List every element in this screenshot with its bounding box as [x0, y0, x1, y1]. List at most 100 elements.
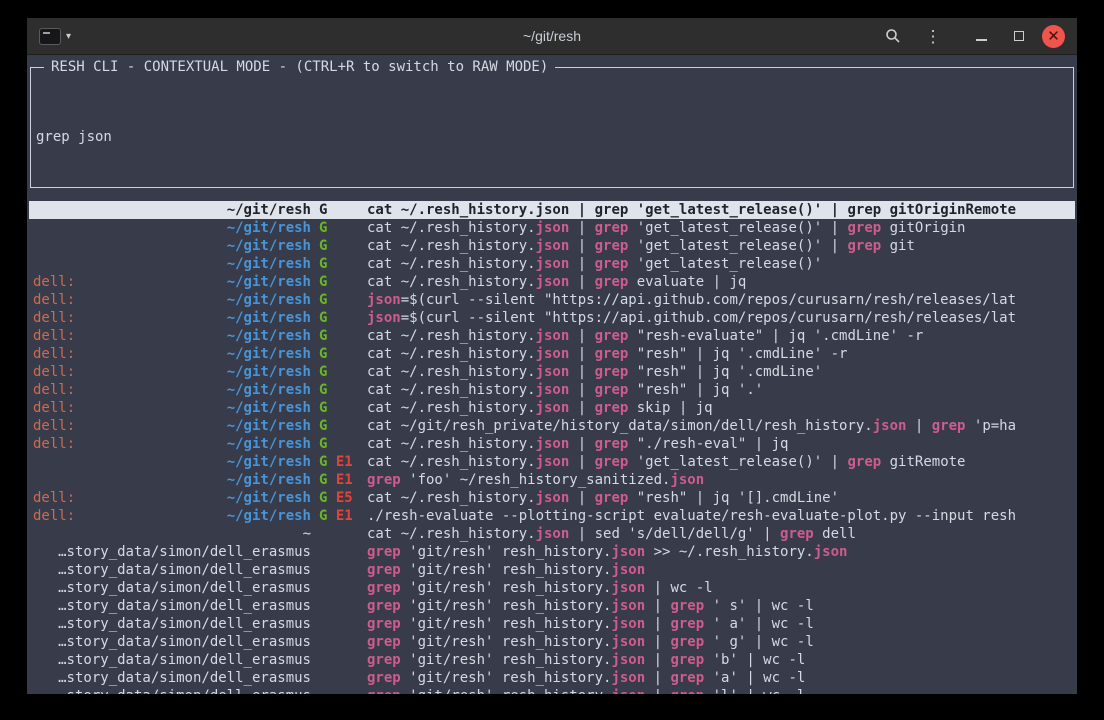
row-directory: ~/git/resh [227, 489, 311, 507]
row-flags: G E5 [311, 489, 367, 507]
row-host: dell: [33, 435, 75, 453]
row-directory: ~/git/resh [227, 219, 311, 237]
history-row[interactable]: dell:~/git/reshGcat ~/.resh_history.json… [29, 345, 1075, 363]
titlebar[interactable]: ▾ ~/git/resh ⋮ ✕ [27, 18, 1077, 55]
terminal-tab-icon[interactable] [39, 28, 61, 45]
row-context: dell:~/git/resh [33, 381, 311, 399]
row-context: …story_data/simon/dell_erasmus [33, 633, 311, 651]
row-command: grep 'git/resh' resh_history.json | grep… [367, 633, 1075, 651]
row-command: cat ~/.resh_history.json | grep 'get_lat… [367, 237, 1075, 255]
row-directory: ~/git/resh [227, 507, 311, 525]
row-context: dell:~/git/resh [33, 489, 311, 507]
row-directory: ~/git/resh [227, 255, 311, 273]
row-command: cat ~/.resh_history.json | grep 'get_lat… [367, 453, 1075, 471]
row-host: dell: [33, 327, 75, 345]
history-row[interactable]: dell:~/git/reshGcat ~/.resh_history.json… [29, 435, 1075, 453]
row-flags: G [311, 327, 367, 345]
history-row[interactable]: dell:~/git/reshGcat ~/.resh_history.json… [29, 363, 1075, 381]
row-directory: …story_data/simon/dell_erasmus [58, 615, 311, 633]
history-row[interactable]: …story_data/simon/dell_erasmusgrep 'git/… [29, 669, 1075, 687]
row-flags: G [311, 201, 367, 219]
history-row[interactable]: dell:~/git/reshGjson=$(curl --silent "ht… [29, 309, 1075, 327]
row-directory: ~/git/resh [227, 273, 311, 291]
search-query-input[interactable]: grep json [36, 128, 1067, 146]
row-context: …story_data/simon/dell_erasmus [33, 669, 311, 687]
history-row[interactable]: dell:~/git/reshGcat ~/.resh_history.json… [29, 273, 1075, 291]
row-command: cat ~/.resh_history.json | grep 'get_lat… [367, 219, 1075, 237]
row-host: dell: [33, 381, 75, 399]
history-row[interactable]: …story_data/simon/dell_erasmusgrep 'git/… [29, 597, 1075, 615]
row-command: json=$(curl --silent "https://api.github… [367, 309, 1075, 327]
history-row[interactable]: ~/git/reshG E1cat ~/.resh_history.json |… [29, 453, 1075, 471]
row-directory: ~/git/resh [227, 435, 311, 453]
resh-mode-header: RESH CLI - CONTEXTUAL MODE - (CTRL+R to … [44, 58, 555, 76]
history-row[interactable]: …story_data/simon/dell_erasmus grep 'git/… [29, 615, 1075, 633]
row-directory: …story_data/simon/dell_erasmus [58, 579, 311, 597]
row-flags: G [311, 219, 367, 237]
row-context: dell:~/git/resh [33, 309, 311, 327]
menu-button[interactable]: ⋮ [918, 21, 948, 51]
history-row[interactable]: dell:~/git/reshGcat ~/.resh_history.json… [29, 381, 1075, 399]
history-row[interactable]: …story_data/simon/dell_erasmusgrep 'git/… [29, 543, 1075, 561]
row-command: cat ~/.resh_history.json | grep "resh-ev… [367, 327, 1075, 345]
row-flags [311, 561, 367, 579]
history-row[interactable]: dell:~/git/reshGcat ~/git/resh_private/h… [29, 417, 1075, 435]
row-command: grep 'git/resh' resh_history.json | grep… [367, 687, 1075, 694]
close-button[interactable]: ✕ [1042, 25, 1065, 48]
row-context: …story_data/simon/dell_erasmus [33, 579, 311, 597]
row-flags: G [311, 399, 367, 417]
row-host: dell: [33, 417, 75, 435]
row-context: ~/git/resh [33, 201, 311, 219]
terminal-content: RESH CLI - CONTEXTUAL MODE - (CTRL+R to … [27, 55, 1077, 694]
history-row[interactable]: dell:~/git/reshGjson=$(curl --silent "ht… [29, 291, 1075, 309]
row-host: dell: [33, 399, 75, 417]
row-flags [311, 525, 367, 543]
history-row[interactable]: dell:~/git/reshG E5cat ~/.resh_history.j… [29, 489, 1075, 507]
minimize-icon [976, 39, 987, 41]
chevron-down-icon[interactable]: ▾ [66, 31, 71, 42]
row-directory: …story_data/simon/dell_erasmus [58, 561, 311, 579]
row-context: dell: ~/git/resh [33, 435, 311, 453]
history-row[interactable]: ~cat ~/.resh_history.json | sed 's/dell/… [29, 525, 1075, 543]
row-flags [311, 651, 367, 669]
row-command: cat ~/.resh_history.json | grep "resh" |… [367, 345, 1075, 363]
minimize-button[interactable] [966, 21, 996, 51]
history-row[interactable]: …story_data/simon/dell_erasmus grep 'git/… [29, 687, 1075, 694]
history-row[interactable]: ~/git/reshGcat ~/.resh_history.json | gr… [29, 255, 1075, 273]
row-context: …story_data/simon/dell_erasmus [33, 615, 311, 633]
row-flags [311, 543, 367, 561]
row-command: grep 'git/resh' resh_history.json | grep… [367, 615, 1075, 633]
row-context: dell:~/git/resh [33, 345, 311, 363]
history-row[interactable]: …story_data/simon/dell_erasmusgrep 'git/… [29, 651, 1075, 669]
history-list: ~/git/reshGcat ~/.resh_history.json | gr… [29, 201, 1075, 694]
restore-button[interactable] [1004, 21, 1034, 51]
history-row[interactable]: …story_data/simon/dell_erasmus grep 'git/… [29, 633, 1075, 651]
history-row[interactable]: ~/git/reshG E1grep 'foo' ~/resh_history_… [29, 471, 1075, 489]
row-context: …story_data/simon/dell_erasmus [33, 687, 311, 694]
row-flags: G [311, 381, 367, 399]
history-row[interactable]: …story_data/simon/dell_erasmusgrep 'git/… [29, 579, 1075, 597]
kebab-menu-icon: ⋮ [925, 28, 942, 45]
row-flags [311, 633, 367, 651]
search-button[interactable] [878, 21, 908, 51]
history-row[interactable]: ~/git/reshGcat ~/.resh_history.json | gr… [29, 219, 1075, 237]
row-host: dell: [33, 363, 75, 381]
history-row[interactable]: dell:~/git/reshG E1./resh-evaluate --plo… [29, 507, 1075, 525]
row-directory: ~/git/resh [227, 345, 311, 363]
row-directory: ~/git/resh [227, 291, 311, 309]
history-row[interactable]: dell:~/git/reshGcat ~/.resh_history.json… [29, 399, 1075, 417]
row-context: …story_data/simon/dell_erasmus [33, 561, 311, 579]
row-command: cat ~/.resh_history.json | grep evaluate… [367, 273, 1075, 291]
history-row[interactable]: ~/git/reshGcat ~/.resh_history.json | gr… [29, 237, 1075, 255]
row-flags: G [311, 417, 367, 435]
row-flags [311, 615, 367, 633]
row-command: cat ~/.resh_history.json | grep "resh" |… [367, 363, 1075, 381]
history-row[interactable]: …story_data/simon/dell_erasmusgrep 'git/… [29, 561, 1075, 579]
history-row[interactable]: dell:~/git/reshGcat ~/.resh_history.json… [29, 327, 1075, 345]
row-flags [311, 687, 367, 694]
history-row[interactable]: ~/git/reshGcat ~/.resh_history.json | gr… [29, 201, 1075, 219]
row-directory: ~/git/resh [227, 399, 311, 417]
row-command: cat ~/.resh_history.json | grep 'get_lat… [367, 201, 1075, 219]
row-context: dell:~/git/resh [33, 327, 311, 345]
row-command: cat ~/.resh_history.json | grep "resh" |… [367, 489, 1075, 507]
